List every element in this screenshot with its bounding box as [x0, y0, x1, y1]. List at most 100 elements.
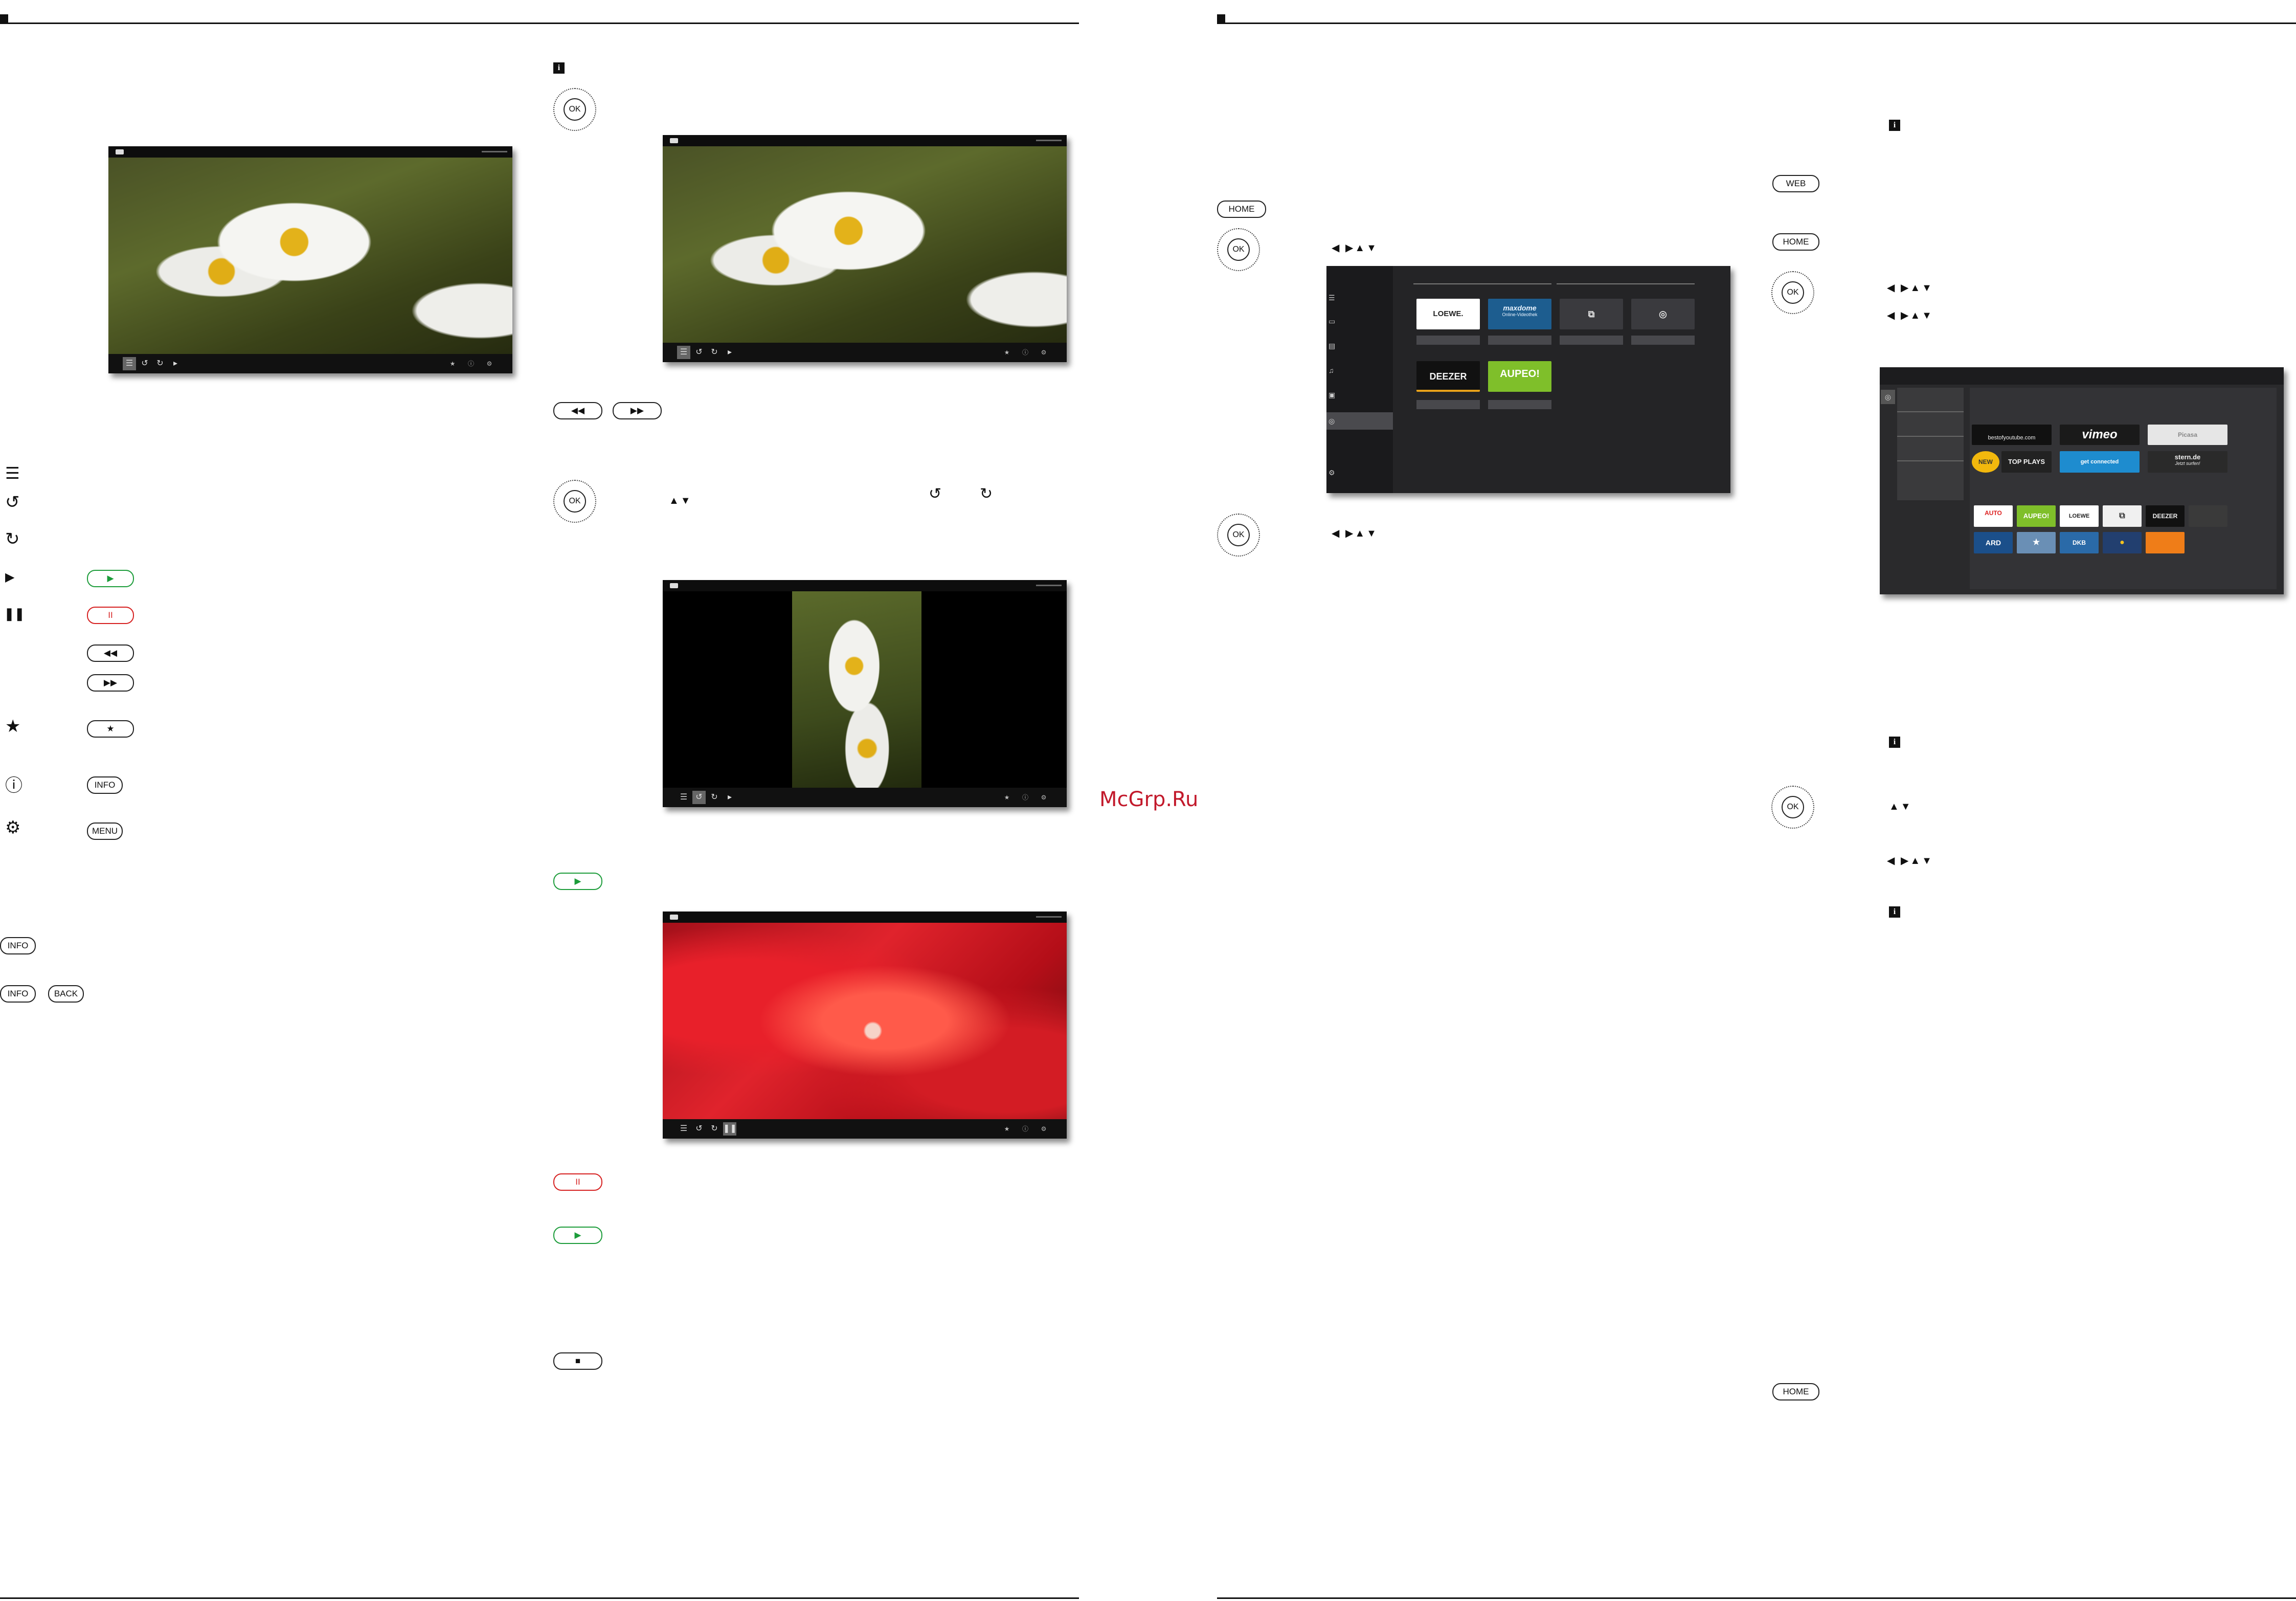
back-key[interactable]: BACK	[48, 985, 84, 1003]
twitter-tile[interactable]: get connected	[2060, 451, 2140, 473]
aupeo-tile[interactable]: AUPEO!	[2017, 505, 2056, 527]
play-icon[interactable]: ▸	[723, 346, 736, 359]
ok-navigation-key[interactable]: OK	[1217, 228, 1260, 271]
gear-icon[interactable]: ⚙	[1039, 793, 1048, 802]
forward-key[interactable]: ▶▶	[87, 674, 134, 692]
tv-icon[interactable]: ▭	[1329, 317, 1335, 326]
rotate-left-icon[interactable]: ↺	[138, 357, 151, 370]
play-icon[interactable]: ▸	[723, 791, 736, 804]
media-sidebar	[1326, 266, 1393, 493]
film-icon[interactable]: ▤	[1329, 342, 1335, 350]
gear-icon[interactable]: ⚙	[1039, 1124, 1048, 1133]
ok-navigation-key[interactable]: OK	[1217, 514, 1260, 557]
loewe-tile[interactable]: LOEWE	[2060, 505, 2099, 527]
viewer-top-bar	[663, 580, 1067, 591]
web-key[interactable]: WEB	[1772, 175, 1819, 192]
rotate-left-icon[interactable]: ↺	[692, 1122, 706, 1136]
ok-navigation-key[interactable]: OK	[553, 88, 596, 131]
stern-tile[interactable]: stern.de Jetzt surfen!	[2148, 451, 2227, 473]
star-icon[interactable]: ★	[1002, 1124, 1011, 1133]
web-top-bar	[1880, 367, 2284, 385]
rotate-left-icon[interactable]: ↺	[692, 791, 706, 804]
aupeo-tile[interactable]: AUPEO!	[1488, 361, 1551, 392]
ard-tile[interactable]: ARD	[1974, 532, 2013, 553]
list-icon[interactable]: ☰	[1329, 294, 1335, 302]
camera-icon[interactable]: ▣	[1329, 391, 1335, 399]
gear-icon[interactable]: ⚙	[485, 359, 494, 368]
network-tile[interactable]: ⧉	[2103, 505, 2142, 527]
web-menu-item[interactable]	[1897, 437, 1964, 461]
play-key[interactable]: ▶	[553, 1227, 602, 1244]
dark-service-tile[interactable]	[2189, 505, 2227, 527]
play-key[interactable]: ▶	[87, 570, 134, 587]
ok-navigation-key[interactable]: OK	[1771, 271, 1814, 314]
star-icon[interactable]: ★	[1002, 793, 1011, 802]
rotate-right-icon[interactable]: ↻	[708, 1122, 721, 1136]
auto-tile[interactable]: AUTO	[1974, 505, 2013, 527]
top-plays-tile[interactable]: TOP PLAYS	[2001, 451, 2052, 473]
home-key[interactable]: HOME	[1217, 201, 1266, 218]
web-menu-item[interactable]	[1897, 412, 1964, 437]
list-icon[interactable]: ☰	[123, 357, 136, 370]
star-icon: ★	[5, 717, 21, 736]
web-sidebar-icon[interactable]: ◎	[1881, 390, 1895, 404]
ok-navigation-key[interactable]: OK	[553, 480, 596, 523]
rotate-right-icon[interactable]: ↻	[153, 357, 167, 370]
favourite-key[interactable]: ★	[87, 720, 134, 738]
orange-service-tile[interactable]	[2146, 532, 2185, 553]
network-tile[interactable]: ⧉	[1560, 299, 1623, 329]
globe-service-tile[interactable]: ●	[2103, 532, 2142, 553]
pause-key[interactable]: II	[553, 1173, 602, 1191]
loewe-tile[interactable]: LOEWE.	[1416, 299, 1480, 329]
play-icon[interactable]: ▸	[169, 357, 182, 370]
pause-key[interactable]: II	[87, 607, 134, 624]
home-key[interactable]: HOME	[1772, 1383, 1819, 1400]
pause-icon: ❚❚	[4, 607, 25, 621]
info-icon[interactable]: ⓘ	[1021, 1124, 1030, 1133]
stop-key[interactable]: ■	[553, 1352, 602, 1370]
home-key[interactable]: HOME	[1772, 233, 1819, 251]
list-icon[interactable]: ☰	[677, 346, 690, 359]
rotate-left-icon[interactable]: ↺	[692, 346, 706, 359]
ok-button[interactable]: OK	[1782, 796, 1804, 818]
rewind-key[interactable]: ◀◀	[553, 402, 602, 419]
star-icon[interactable]: ★	[1002, 348, 1011, 357]
list-icon[interactable]: ☰	[677, 1122, 690, 1136]
ok-button[interactable]: OK	[1782, 281, 1804, 304]
ok-button[interactable]: OK	[564, 98, 586, 121]
picasa-tile[interactable]: Picasa	[2148, 425, 2227, 445]
info-icon[interactable]: ⓘ	[1021, 348, 1030, 357]
maxdome-tile[interactable]: maxdome Online-Videothek	[1488, 299, 1551, 329]
bestofyoutube-tile[interactable]: bestofyoutube.com	[1972, 425, 2052, 445]
ok-button[interactable]: OK	[1227, 524, 1250, 546]
info-icon[interactable]: ⓘ	[1021, 793, 1030, 802]
rotate-right-icon[interactable]: ↻	[708, 346, 721, 359]
new-badge-tile[interactable]: NEW	[1972, 451, 1999, 473]
info-key[interactable]: INFO	[87, 776, 123, 794]
info-key[interactable]: INFO	[0, 985, 36, 1003]
info-icon[interactable]: ⓘ	[466, 359, 476, 368]
ok-navigation-key[interactable]: OK	[1771, 786, 1814, 829]
ok-button[interactable]: OK	[1227, 238, 1250, 261]
list-icon[interactable]: ☰	[677, 791, 690, 804]
menu-key[interactable]: MENU	[87, 822, 123, 840]
info-key[interactable]: INFO	[0, 937, 36, 954]
deezer-tile[interactable]: DEEZER	[1416, 361, 1480, 392]
pause-icon[interactable]: ❚❚	[723, 1122, 737, 1136]
rewind-key[interactable]: ◀◀	[87, 644, 134, 662]
forward-key[interactable]: ▶▶	[613, 402, 662, 419]
music-icon[interactable]: ♫	[1329, 366, 1334, 374]
vimeo-tile[interactable]: vimeo	[2060, 425, 2140, 445]
globe-icon[interactable]: ◎	[1326, 412, 1393, 430]
deezer-tile[interactable]: DEEZER	[2146, 505, 2185, 527]
star-icon[interactable]: ★	[448, 359, 457, 368]
photo-service-tile[interactable]: ★	[2017, 532, 2056, 553]
rotate-right-icon[interactable]: ↻	[708, 791, 721, 804]
web-menu-item[interactable]	[1897, 388, 1964, 412]
gear-icon[interactable]: ⚙	[1039, 348, 1048, 357]
globe-tile[interactable]: ◎	[1631, 299, 1695, 329]
ok-button[interactable]: OK	[564, 490, 586, 513]
play-key[interactable]: ▶	[553, 873, 602, 890]
settings-icon[interactable]: ⚙	[1329, 469, 1335, 477]
dkb-tile[interactable]: DKB	[2060, 532, 2099, 553]
